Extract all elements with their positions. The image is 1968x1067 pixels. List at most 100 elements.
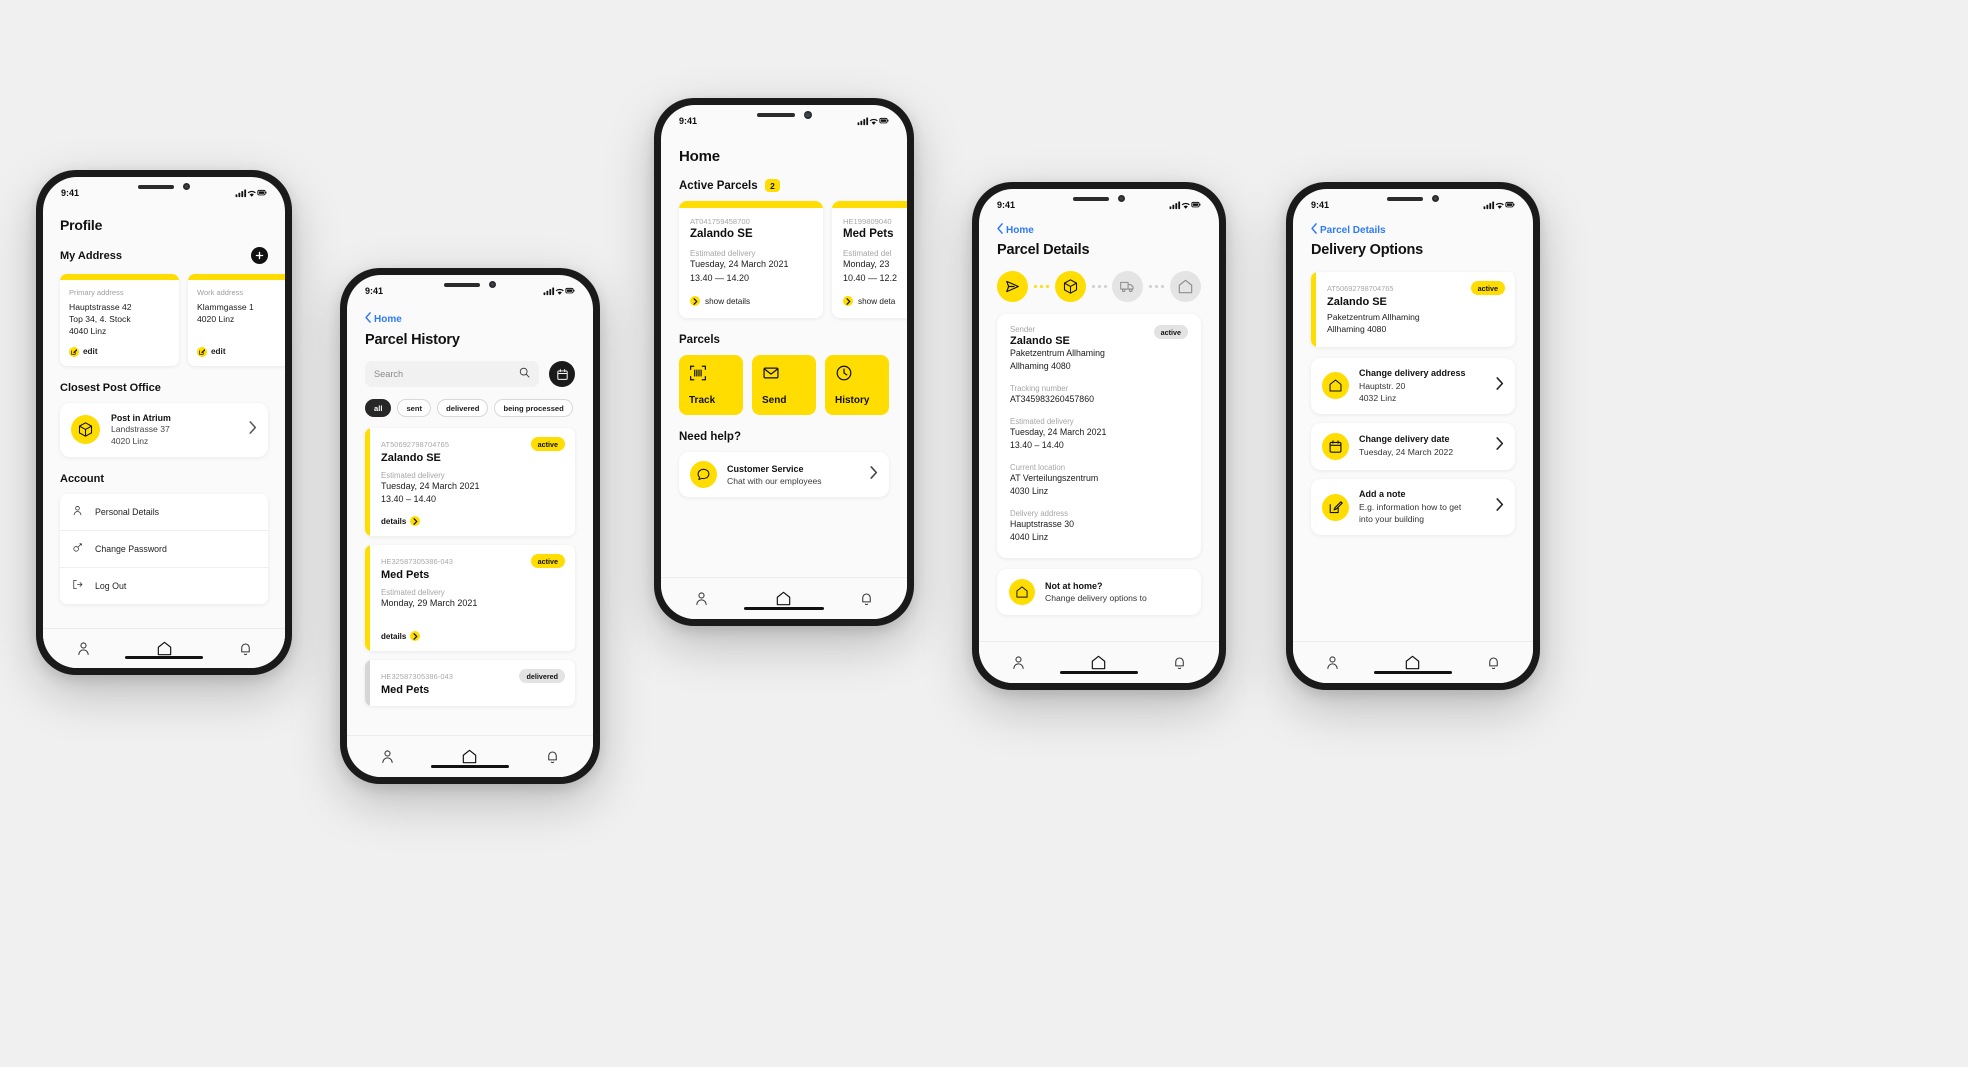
parcel-history-row[interactable]: HE32587305386-043 active Med Pets Estima… <box>365 545 575 652</box>
track-tile[interactable]: Track <box>679 355 743 415</box>
truck-icon <box>1120 281 1134 293</box>
parcel-summary-card[interactable]: AT50692798704765 active Zalando SE Paket… <box>1311 272 1515 347</box>
field-current-location: Current location AT Verteilungszentrum 4… <box>1010 463 1188 498</box>
tab-profile[interactable] <box>76 641 91 656</box>
field-value: Tuesday, 24 March 2021 <box>1010 427 1107 438</box>
home-icon <box>1009 579 1035 606</box>
edit-address-button[interactable]: edit <box>69 346 170 357</box>
phone-home: 9:41 Home Active Parcels 2 AT04175945870… <box>654 98 914 626</box>
filter-chip-being-processed[interactable]: being processed <box>494 399 573 417</box>
customer-service-title: Customer Service <box>727 463 804 474</box>
screen-delivery-options: 9:41 Parcel Details Delivery Options AT5… <box>1293 189 1533 683</box>
show-details-button[interactable]: show deta <box>843 296 907 306</box>
tab-notifications[interactable] <box>545 749 560 764</box>
active-parcels-carousel[interactable]: AT041759458700 Zalando SE Estimated deli… <box>679 201 907 318</box>
account-item-change-password[interactable]: Change Password <box>60 531 268 568</box>
account-item-personal-details[interactable]: Personal Details <box>60 494 268 531</box>
history-tile[interactable]: History <box>825 355 889 415</box>
tab-profile[interactable] <box>694 591 709 606</box>
step-delivered <box>1170 271 1202 302</box>
bell-icon <box>548 751 557 764</box>
tab-home[interactable] <box>156 640 173 657</box>
tab-notifications[interactable] <box>1486 655 1501 670</box>
phone-parcel-history: 9:41 Home Parcel History Search all sent… <box>340 268 600 784</box>
chevron-right-icon <box>410 516 421 527</box>
address-line-1: Hauptstrasse 42 <box>69 302 132 312</box>
details-body: Home Parcel Details Sender Zalando SE Pa… <box>979 210 1219 641</box>
chevron-right-icon <box>870 465 878 484</box>
tab-home[interactable] <box>1404 654 1421 671</box>
estimated-delivery-label: Estimated delivery <box>690 249 756 258</box>
details-button[interactable]: details <box>381 516 565 527</box>
filter-chip-delivered[interactable]: delivered <box>437 399 489 417</box>
back-button[interactable]: Home <box>997 223 1201 237</box>
barcode-scan-icon <box>689 364 733 387</box>
track-label: Track <box>689 395 716 406</box>
tab-profile[interactable] <box>1325 655 1340 670</box>
customer-service-card[interactable]: Customer Service Chat with our employees <box>679 452 889 497</box>
parcel-actions: Track Send History <box>679 355 889 415</box>
tab-notifications[interactable] <box>238 641 253 656</box>
send-label: Send <box>762 395 787 406</box>
back-button[interactable]: Home <box>365 312 575 326</box>
send-tile[interactable]: Send <box>752 355 816 415</box>
active-parcels-heading: Active Parcels <box>679 179 758 192</box>
home-icon <box>1178 279 1193 294</box>
tab-notifications[interactable] <box>1172 655 1187 670</box>
tab-home[interactable] <box>1090 654 1107 671</box>
tracking-number: AT041759458700 <box>690 217 750 226</box>
status-badge: delivered <box>519 669 565 684</box>
add-address-button[interactable] <box>251 247 268 264</box>
post-office-card[interactable]: Post in Atrium Landstrasse 37 4020 Linz <box>60 402 268 457</box>
home-indicator <box>431 764 509 768</box>
edit-address-button[interactable]: edit <box>197 346 285 357</box>
signal-wifi-battery-icon <box>543 287 575 296</box>
active-parcel-card[interactable]: HE199809040 Med Pets Estimated del Monda… <box>832 201 907 318</box>
option-title: Change delivery address <box>1359 367 1466 378</box>
bottom-tab-bar <box>979 641 1219 683</box>
chevron-right-icon <box>249 420 257 439</box>
address-card-primary[interactable]: Primary address Hauptstrasse 42 Top 34, … <box>60 274 179 366</box>
show-details-button[interactable]: show details <box>690 296 812 306</box>
tab-home[interactable] <box>461 748 478 765</box>
tab-profile[interactable] <box>1011 655 1026 670</box>
post-office-info: Post in Atrium Landstrasse 37 4020 Linz <box>111 413 171 447</box>
not-at-home-card[interactable]: Not at home? Change delivery options to <box>997 569 1201 616</box>
tab-home[interactable] <box>775 590 792 607</box>
edit-label: edit <box>211 347 226 357</box>
back-button[interactable]: Parcel Details <box>1311 223 1515 237</box>
parcel-history-row[interactable]: HE32587305386-043 delivered Med Pets <box>365 660 575 707</box>
tracking-number: HE32587305386-043 <box>381 671 453 681</box>
sender-name: Med Pets <box>843 228 894 240</box>
page-title: Profile <box>60 217 103 233</box>
active-parcel-card[interactable]: AT041759458700 Zalando SE Estimated deli… <box>679 201 823 318</box>
calendar-button[interactable] <box>549 361 575 387</box>
delivery-option-list: Change delivery address Hauptstr. 20 403… <box>1311 357 1515 536</box>
details-button[interactable]: details <box>381 631 565 642</box>
sender-name: Zalando SE <box>1327 296 1387 308</box>
parcel-history-row[interactable]: AT50692798704765 active Zalando SE Estim… <box>365 428 575 537</box>
field-delivery-address: Delivery address Hauptstrasse 30 4040 Li… <box>1010 509 1188 544</box>
home-indicator <box>744 606 824 610</box>
option-change-delivery-date[interactable]: Change delivery date Tuesday, 24 March 2… <box>1311 422 1515 470</box>
account-item-log-out[interactable]: Log Out <box>60 568 268 604</box>
filter-chip-all[interactable]: all <box>365 399 392 417</box>
signal-wifi-battery-icon <box>1169 201 1201 210</box>
back-label: Parcel Details <box>1320 224 1386 236</box>
filter-chip-sent[interactable]: sent <box>397 399 432 417</box>
option-change-delivery-address[interactable]: Change delivery address Hauptstr. 20 403… <box>1311 357 1515 414</box>
search-input[interactable]: Search <box>365 361 539 387</box>
address-card-work[interactable]: Work address Klammgasse 1 4020 Linz edit <box>188 274 285 366</box>
details-label: details <box>381 631 407 641</box>
phone-parcel-details: 9:41 Home Parcel Details Sender Zalando … <box>972 182 1226 690</box>
status-badge: active <box>530 437 565 451</box>
option-sub-2: into your building <box>1359 514 1424 524</box>
signal-wifi-battery-icon <box>1483 201 1515 210</box>
tab-profile[interactable] <box>380 749 395 764</box>
card-accent-bar <box>679 201 823 208</box>
field-label: Delivery address <box>1010 509 1069 519</box>
chevron-left-icon <box>1311 223 1317 237</box>
tab-notifications[interactable] <box>859 591 874 606</box>
screen-parcel-history: 9:41 Home Parcel History Search all sent… <box>347 275 593 777</box>
option-add-a-note[interactable]: Add a note E.g. information how to get i… <box>1311 478 1515 536</box>
